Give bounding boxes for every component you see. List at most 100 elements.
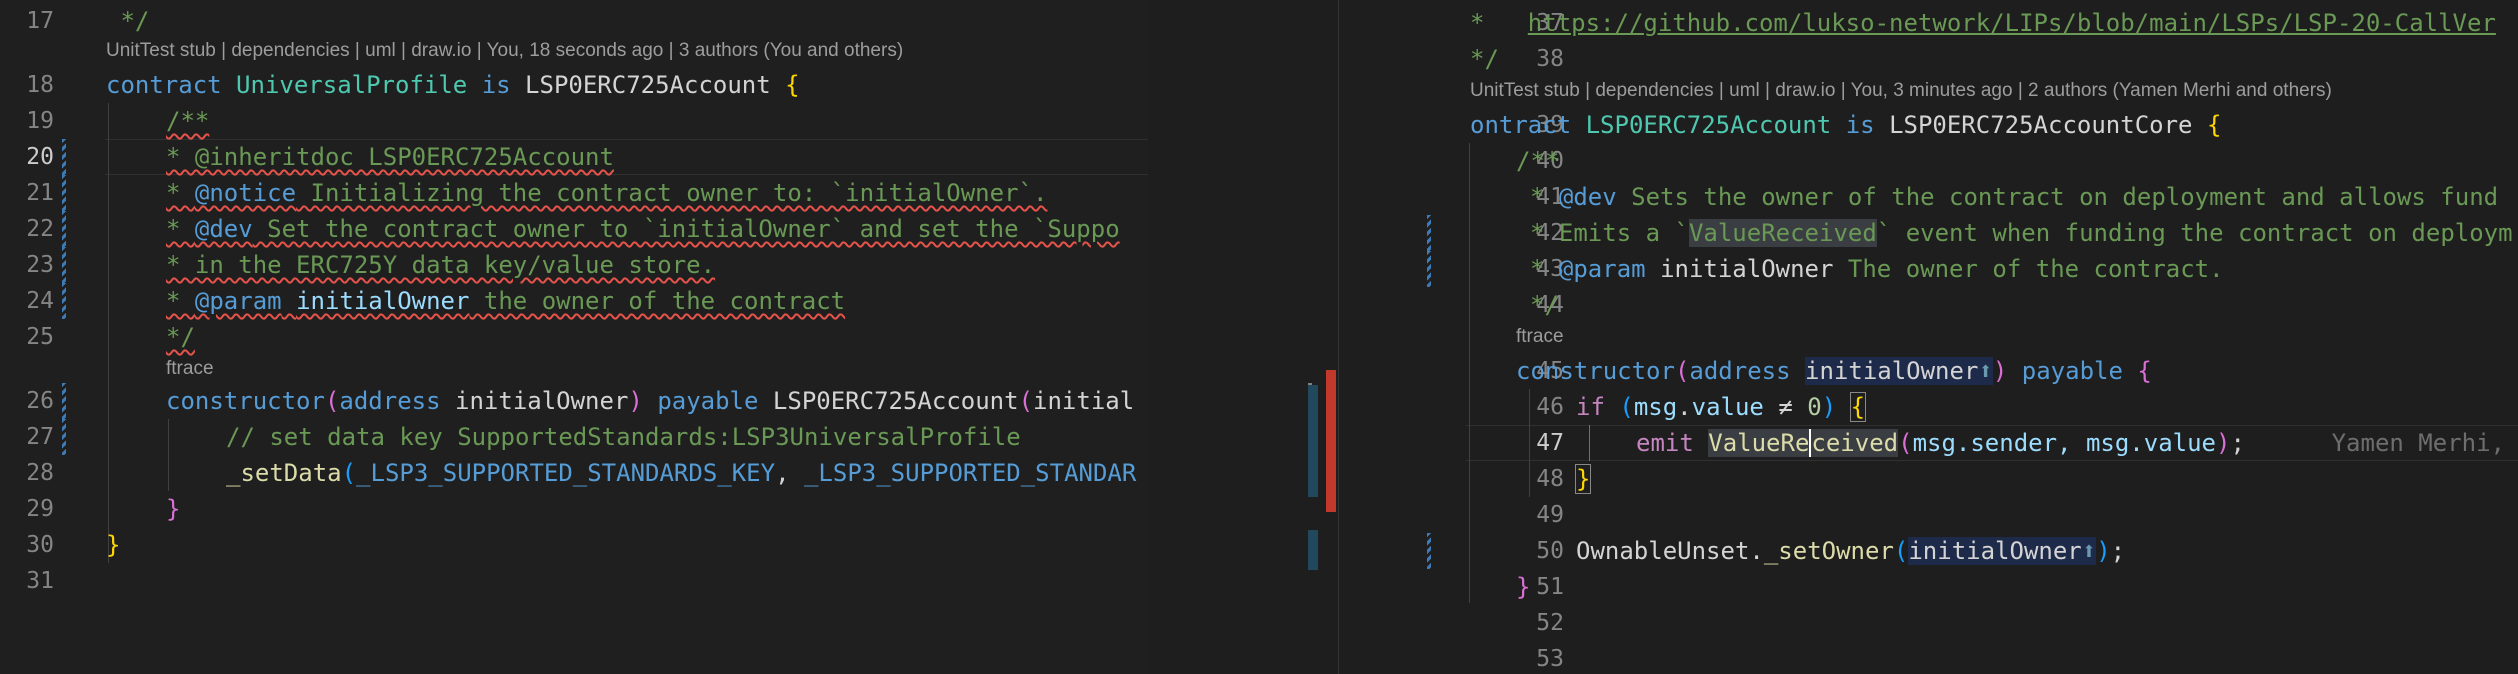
line-number: 53 — [1536, 646, 1564, 672]
code-line-17[interactable]: */ — [106, 3, 149, 39]
line-number: 30 — [26, 532, 54, 558]
code-line-40[interactable]: /** — [1516, 143, 1559, 179]
git-modified-marker[interactable] — [1427, 533, 1431, 569]
code-line-44[interactable]: */ — [1530, 287, 1559, 323]
doc-comment-start: /** — [166, 107, 210, 135]
doc-line: * in the ERC725Y data key/value store. — [166, 251, 716, 279]
git-modified-marker[interactable] — [1427, 251, 1431, 287]
line-number: 18 — [26, 72, 54, 98]
var-msg: msg — [1633, 393, 1678, 421]
fn-setOwner: _setOwner — [1763, 537, 1894, 565]
keyword-is: is — [1845, 111, 1875, 139]
indent-guide — [1469, 143, 1470, 603]
line-number: 52 — [1536, 610, 1564, 636]
git-blame-inline: Yamen Merhi, — [2331, 429, 2505, 457]
right-editor-pane[interactable]: 37 38 39 40 41 42 43 44 45 46 47 48 49 5… — [1148, 0, 2518, 674]
code-line-29[interactable]: } — [166, 491, 180, 527]
code-line-23[interactable]: * in the ERC725Y data key/value store. — [166, 247, 715, 283]
left-editor-pane[interactable]: 17 18 19 20 21 22 23 24 25 26 27 28 29 3… — [0, 0, 1148, 674]
code-line-43[interactable]: * @param initialOwner The owner of the c… — [1530, 251, 2224, 287]
line-number: 25 — [26, 324, 54, 350]
code-line-38[interactable]: */ — [1470, 41, 1499, 77]
keyword-emit: emit — [1636, 429, 1694, 457]
indent-guide — [168, 419, 169, 491]
code-line-37[interactable]: * https://github.com/lukso-network/LIPs/… — [1470, 5, 2496, 41]
brace-match: } — [1574, 464, 1592, 494]
brace-match: { — [1849, 392, 1867, 422]
git-modified-marker[interactable] — [62, 247, 66, 283]
param-initialOwner: initialOwner — [455, 387, 629, 415]
code-line-50[interactable]: OwnableUnset._setOwner(initialOwner⬆); — [1576, 533, 2125, 569]
spec-link[interactable]: https://github.com/lukso-network/LIPs/bl… — [1528, 9, 2496, 37]
line-number: 38 — [1536, 46, 1564, 72]
doc-event-name: ValueReceived — [1688, 219, 1877, 247]
git-modified-marker[interactable] — [62, 283, 66, 319]
fn-setData: _setData — [226, 459, 342, 487]
git-modified-marker[interactable] — [1427, 215, 1431, 251]
code-line-41[interactable]: * @dev Sets the owner of the contract on… — [1530, 179, 2498, 215]
overview-ruler-modified — [1308, 530, 1318, 570]
doc-param-text: the owner of the contract — [469, 287, 846, 315]
type-address: address — [339, 387, 441, 415]
const-value: _LSP3_SUPPORTED_STANDAR — [803, 459, 1137, 487]
doc-notice-text: Initializing the contract owner to: `ini… — [296, 179, 1048, 207]
doc-tag-dev: @dev — [194, 215, 253, 243]
doc-dev-text: Set the contract owner to `initialOwner`… — [252, 215, 1120, 243]
doc-inheritdoc: * @inheritdoc LSP0ERC725Account — [166, 143, 614, 171]
storage-arrow-icon: ⬆ — [2081, 537, 2097, 565]
git-modified-marker[interactable] — [62, 211, 66, 247]
indent-guide — [108, 103, 109, 563]
codelens-contract[interactable]: UnitTest stub | dependencies | uml | dra… — [1470, 77, 2332, 105]
codelens-ftrace[interactable]: ftrace — [166, 355, 214, 383]
code-line-20[interactable]: * @inheritdoc LSP0ERC725Account — [166, 139, 614, 175]
code-line-46[interactable]: if (msg.value ≠ 0) { — [1576, 389, 1867, 425]
doc-tag-param: @param — [1558, 255, 1646, 283]
keyword-is: is — [481, 71, 511, 99]
base-contract: LSP0ERC725Account — [525, 71, 771, 99]
doc-comment-end: */ — [166, 323, 195, 351]
code-line-39[interactable]: ontract LSP0ERC725Account is LSP0ERC725A… — [1470, 107, 2221, 143]
const-key: _LSP3_SUPPORTED_STANDARDS_KEY — [356, 459, 776, 487]
code-line-48[interactable]: } — [1574, 461, 1592, 497]
code-line-18[interactable]: contract UniversalProfile is LSP0ERC725A… — [106, 67, 800, 103]
code-line-19[interactable]: /** — [166, 103, 209, 139]
code-line-27[interactable]: // set data key SupportedStandards:LSP3U… — [226, 419, 1021, 455]
code-line-42[interactable]: * Emits a `ValueReceived` event when fun… — [1530, 215, 2513, 251]
code-line-25[interactable]: */ — [166, 319, 195, 355]
modifier-arg: initial — [1033, 387, 1135, 415]
keyword-constructor: constructor — [166, 387, 325, 415]
code-line-45[interactable]: constructor(address initialOwner⬆) payab… — [1516, 353, 2152, 389]
line-number-active: 20 — [26, 144, 54, 170]
keyword-if: if — [1576, 393, 1605, 421]
code-line-21[interactable]: * @notice Initializing the contract owne… — [166, 175, 1047, 211]
event-valuereceived: ValueReceived — [1708, 429, 1899, 457]
doc-star: * — [1470, 9, 1528, 37]
line-number: 50 — [1536, 538, 1564, 564]
codelens-contract[interactable]: UnitTest stub | dependencies | uml | dra… — [106, 37, 903, 65]
brace: { — [2206, 111, 2222, 139]
code-line-22[interactable]: * @dev Set the contract owner to `initia… — [166, 211, 1120, 247]
contract-name: LSP0ERC725Account — [1585, 111, 1832, 139]
keyword-payable: payable — [657, 387, 759, 415]
base-contract: LSP0ERC725AccountCore — [1889, 111, 2193, 139]
code-line-47[interactable]: emit ValueReceived(msg.sender, msg.value… — [1636, 425, 2505, 461]
line-number: 48 — [1536, 466, 1564, 492]
git-modified-marker[interactable] — [62, 383, 66, 419]
overview-ruler-deleted — [1326, 370, 1336, 512]
code-line-24[interactable]: * @param initialOwner the owner of the c… — [166, 283, 845, 319]
var-value: value — [1691, 393, 1764, 421]
line-number: 23 — [26, 252, 54, 278]
code-line-26[interactable]: constructor(address initialOwner) payabl… — [166, 383, 1134, 419]
num-zero: 0 — [1807, 393, 1822, 421]
git-modified-marker[interactable] — [62, 175, 66, 211]
codelens-ftrace[interactable]: ftrace — [1516, 323, 1564, 351]
line-number: 17 — [26, 8, 54, 34]
line-number: 21 — [26, 180, 54, 206]
op-neq: ≠ — [1778, 393, 1793, 421]
git-modified-marker[interactable] — [62, 139, 66, 175]
code-line-30[interactable]: } — [106, 527, 120, 563]
code-line-51[interactable]: } — [1516, 569, 1530, 605]
brace: { — [785, 71, 800, 99]
git-modified-marker[interactable] — [62, 419, 66, 455]
code-line-28[interactable]: _setData(_LSP3_SUPPORTED_STANDARDS_KEY, … — [226, 455, 1136, 491]
